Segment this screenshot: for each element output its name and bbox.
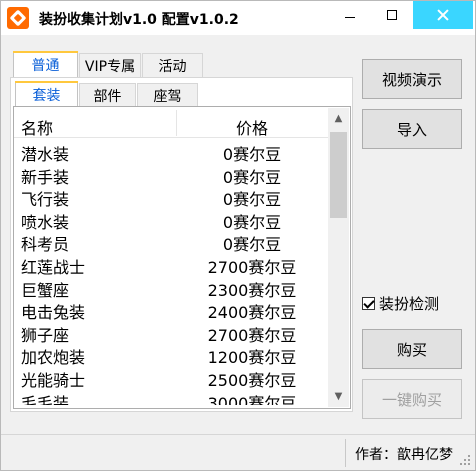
costume-check-checkbox[interactable] — [362, 296, 375, 310]
list-row[interactable]: 加农炮装 1200赛尔豆 — [14, 342, 328, 367]
buy-button[interactable]: 购买 — [362, 329, 462, 369]
app-logo-icon — [7, 7, 29, 29]
close-button[interactable] — [413, 1, 473, 29]
scroll-down-arrow-icon[interactable]: ▼ — [328, 386, 349, 407]
title-bar[interactable]: 装扮收集计划v1.0 配置v1.0.2 — [1, 1, 475, 35]
list-scrollbar[interactable]: ▲ ▼ — [328, 108, 349, 407]
list-header: 名称 价格 — [14, 108, 328, 138]
costume-check-option[interactable]: 装扮检测 — [362, 293, 439, 313]
column-divider[interactable] — [176, 110, 177, 136]
list-row[interactable]: 巨蟹座 2300赛尔豆 — [14, 275, 328, 300]
list-row[interactable]: 电击兔装 2400赛尔豆 — [14, 297, 328, 322]
import-button[interactable]: 导入 — [362, 109, 462, 149]
tab-parts[interactable]: 部件 — [79, 83, 136, 107]
column-header-name[interactable]: 名称 — [21, 115, 53, 139]
list-row[interactable]: 新手装 0赛尔豆 — [14, 162, 328, 187]
tab-event[interactable]: 活动 — [142, 53, 203, 77]
minimize-icon — [345, 16, 355, 18]
column-header-price[interactable]: 价格 — [236, 115, 268, 139]
main-window: 装扮收集计划v1.0 配置v1.0.2 普通 VIP专属 活动 套装 部件 座驾… — [0, 0, 476, 471]
one-click-buy-button[interactable]: 一键购买 — [362, 379, 462, 419]
list-row[interactable]: 毛毛装 3000赛尔豆 — [14, 388, 328, 405]
status-separator — [345, 439, 346, 467]
scroll-thumb[interactable] — [330, 132, 347, 218]
item-name: 毛毛装 — [21, 393, 70, 405]
item-price: 3000赛尔豆 — [207, 393, 297, 405]
item-list[interactable]: 潜水装 0赛尔豆 新手装 0赛尔豆 飞行装 0赛尔豆 喷水装 0赛尔豆 科考员 0赛尔豆 … — [14, 139, 328, 405]
tab-normal[interactable]: 普通 — [13, 51, 78, 78]
list-row[interactable]: 狮子座 2700赛尔豆 — [14, 320, 328, 345]
tab-suit[interactable]: 套装 — [15, 81, 78, 108]
author-label: 作者：歆冉亿梦 — [355, 447, 453, 463]
list-row[interactable]: 光能骑士 2500赛尔豆 — [14, 365, 328, 390]
resize-grip-icon[interactable] — [459, 455, 471, 467]
list-row[interactable]: 潜水装 0赛尔豆 — [14, 139, 328, 164]
costume-check-label: 装扮检测 — [379, 294, 440, 313]
status-bar: 作者：歆冉亿梦 — [1, 434, 475, 470]
close-icon — [437, 9, 449, 21]
maximize-icon — [387, 10, 397, 20]
video-demo-button[interactable]: 视频演示 — [362, 59, 462, 99]
list-row[interactable]: 科考员 0赛尔豆 — [14, 229, 328, 254]
list-row[interactable]: 飞行装 0赛尔豆 — [14, 184, 328, 209]
maximize-button[interactable] — [371, 1, 413, 29]
tab-vip[interactable]: VIP专属 — [79, 53, 141, 77]
minimize-button[interactable] — [329, 1, 371, 29]
tab-mount[interactable]: 座驾 — [137, 83, 198, 107]
window-title: 装扮收集计划v1.0 配置v1.0.2 — [39, 12, 239, 28]
list-row[interactable]: 红莲战士 2700赛尔豆 — [14, 252, 328, 277]
scroll-up-arrow-icon[interactable]: ▲ — [328, 108, 349, 129]
list-row[interactable]: 喷水装 0赛尔豆 — [14, 207, 328, 232]
